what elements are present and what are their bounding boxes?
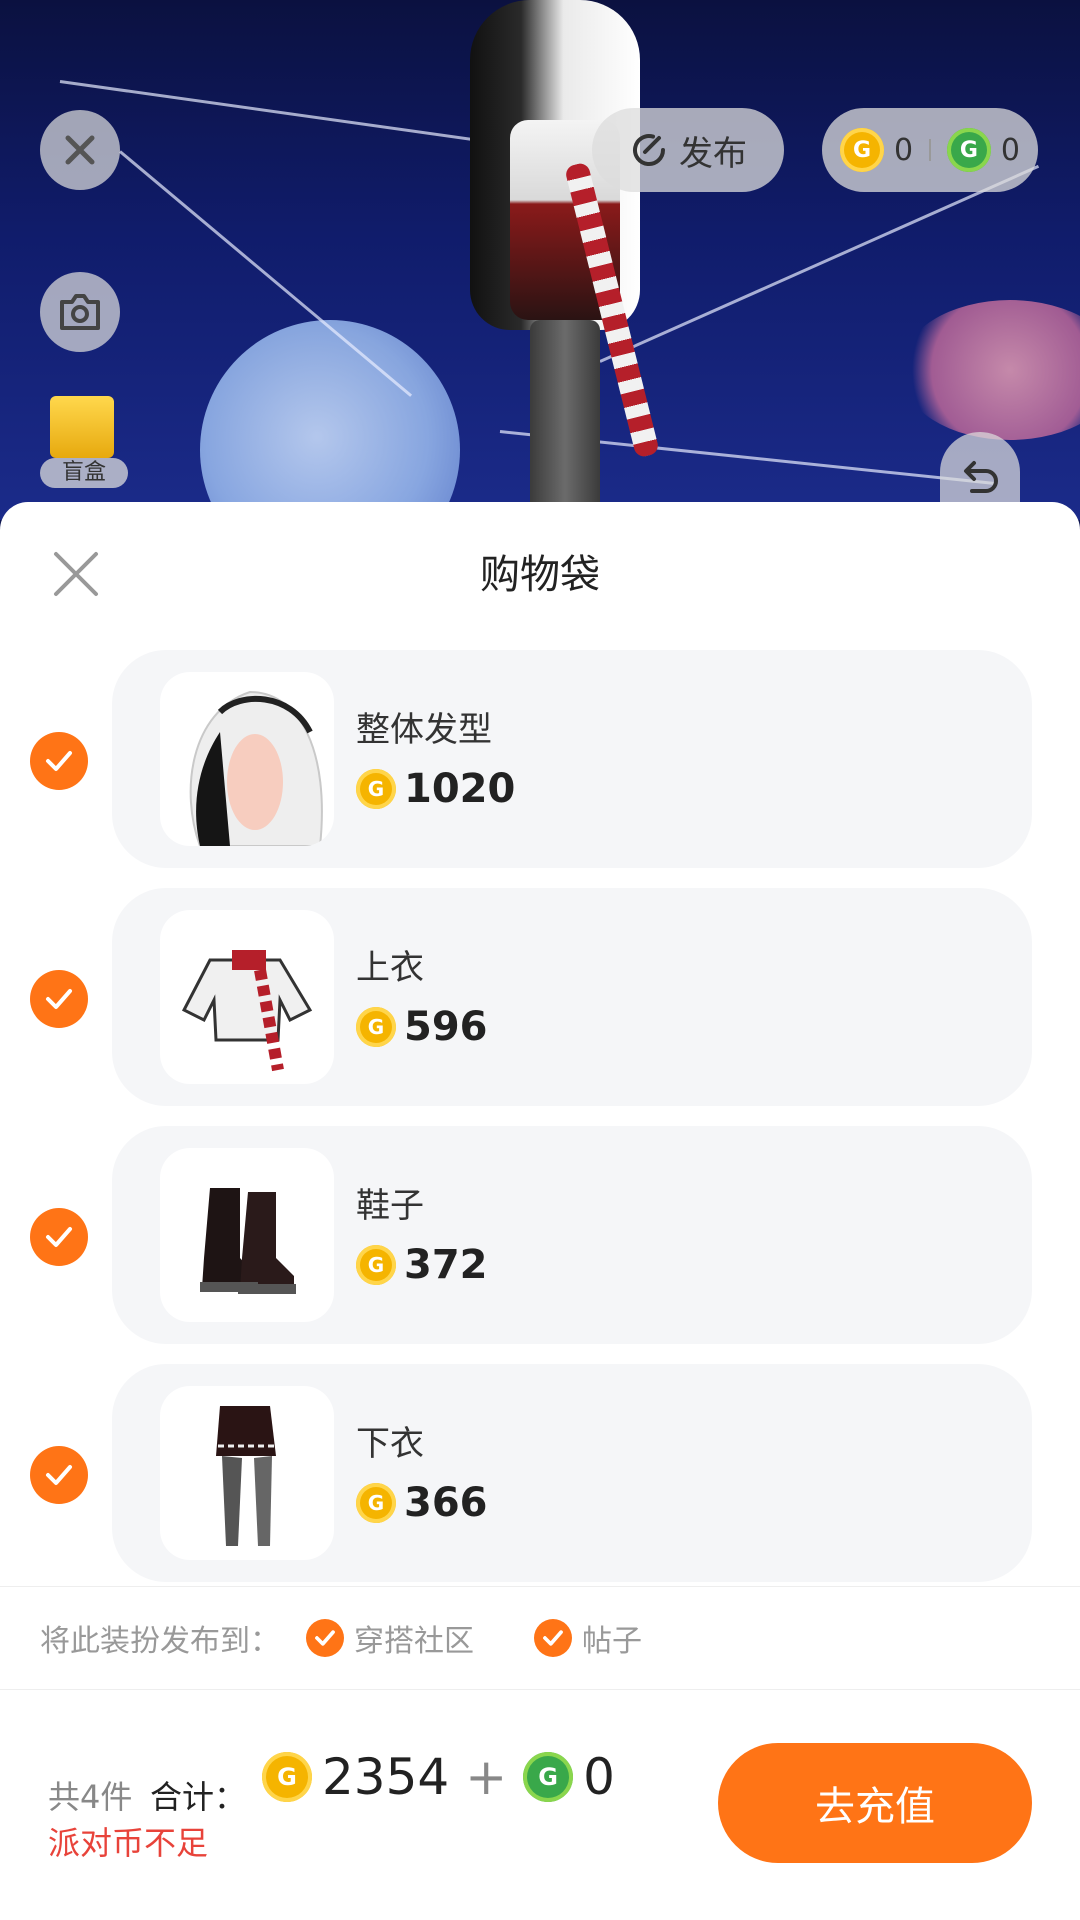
item-price: G 366 <box>356 1480 488 1526</box>
blind-box-button[interactable]: 盲盒 <box>40 396 128 492</box>
hair-thumbnail <box>160 672 334 846</box>
check-icon <box>46 989 72 1009</box>
item-price: G 372 <box>356 1242 488 1288</box>
gold-total: 2354 <box>322 1748 450 1806</box>
gold-coin-icon: G <box>356 1483 396 1523</box>
blind-box-label: 盲盒 <box>40 458 128 488</box>
currency-balance[interactable]: G 0 G 0 <box>822 108 1038 192</box>
total-amount: G 2354 + G 0 <box>262 1748 615 1806</box>
item-price-value: 596 <box>404 1004 488 1050</box>
close-icon <box>65 135 95 165</box>
item-card[interactable]: 整体发型 G 1020 <box>112 650 1032 868</box>
check-icon <box>534 1619 572 1657</box>
publish-icon <box>633 134 665 166</box>
check-icon <box>306 1619 344 1657</box>
insufficient-warning: 派对币不足 <box>48 1824 209 1862</box>
plus-sign: + <box>465 1748 508 1806</box>
item-card[interactable]: 上衣 G 596 <box>112 888 1032 1106</box>
publish-option-post[interactable]: 帖子 <box>534 1616 642 1660</box>
item-name: 上衣 <box>356 948 424 988</box>
item-name: 下衣 <box>356 1424 424 1464</box>
publish-option-label: 穿搭社区 <box>354 1624 474 1659</box>
blind-box-icon <box>50 396 114 458</box>
item-checkbox[interactable] <box>30 1208 88 1266</box>
green-coin-icon: G <box>523 1752 574 1802</box>
publish-to-label: 将此装扮发布到： <box>40 1624 280 1659</box>
item-card[interactable]: 下衣 G 366 <box>112 1364 1032 1582</box>
undo-icon <box>964 461 998 493</box>
publish-to-bar: 将此装扮发布到： 穿搭社区 帖子 <box>0 1586 1080 1690</box>
cart-item: 上衣 G 596 <box>0 888 1080 1106</box>
gold-coin-icon: G <box>262 1752 312 1802</box>
close-scene-button[interactable] <box>40 110 120 190</box>
gold-balance: 0 <box>894 132 914 168</box>
publish-option-label: 帖子 <box>582 1624 642 1659</box>
check-icon <box>46 1227 72 1247</box>
item-price: G 1020 <box>356 766 515 812</box>
publish-button[interactable]: 发布 <box>592 108 784 192</box>
gold-coin-icon: G <box>840 128 884 172</box>
publish-option-community[interactable]: 穿搭社区 <box>306 1616 474 1660</box>
publish-label: 发布 <box>679 133 747 174</box>
shopping-bag-sheet: 购物袋 整体发型 G 1020 上衣 G 596 鞋子 G 372 下衣 G 3… <box>0 502 1080 1920</box>
top-thumbnail <box>160 910 334 1084</box>
divider <box>929 139 931 161</box>
recharge-button[interactable]: 去充值 <box>718 1743 1032 1863</box>
moon-decoration <box>200 320 460 520</box>
green-balance: 0 <box>1000 132 1020 168</box>
avatar-character[interactable] <box>440 0 660 520</box>
avatar-scene: 盲盒 发布 G 0 G 0 <box>0 0 1080 520</box>
cloud-decoration <box>900 300 1080 440</box>
item-checkbox[interactable] <box>30 1446 88 1504</box>
check-icon <box>46 1465 72 1485</box>
item-card[interactable]: 鞋子 G 372 <box>112 1126 1032 1344</box>
green-total: 0 <box>583 1748 615 1806</box>
item-name: 整体发型 <box>356 710 492 750</box>
item-price-value: 1020 <box>404 766 516 812</box>
camera-button[interactable] <box>40 272 120 352</box>
checkout-footer: 共4件 合计： G 2354 + G 0 派对币不足 去充值 <box>0 1718 1080 1920</box>
item-count: 共4件 <box>48 1778 133 1816</box>
item-price: G 596 <box>356 1004 488 1050</box>
item-checkbox[interactable] <box>30 970 88 1028</box>
cart-item: 下衣 G 366 <box>0 1364 1080 1582</box>
item-price-value: 366 <box>404 1480 488 1526</box>
check-icon <box>46 751 72 771</box>
total-label: 合计： <box>150 1778 247 1816</box>
sheet-title: 购物袋 <box>480 552 600 598</box>
cart-item: 鞋子 G 372 <box>0 1126 1080 1344</box>
item-name: 鞋子 <box>356 1186 424 1226</box>
camera-icon <box>60 294 100 330</box>
gold-coin-icon: G <box>356 1245 396 1285</box>
bottom-thumbnail <box>160 1386 334 1560</box>
shoes-thumbnail <box>160 1148 334 1322</box>
green-coin-icon: G <box>946 128 991 172</box>
item-price-value: 372 <box>404 1242 488 1288</box>
gold-coin-icon: G <box>356 1007 396 1047</box>
gold-coin-icon: G <box>356 769 396 809</box>
item-checkbox[interactable] <box>30 732 88 790</box>
cart-item: 整体发型 G 1020 <box>0 650 1080 868</box>
